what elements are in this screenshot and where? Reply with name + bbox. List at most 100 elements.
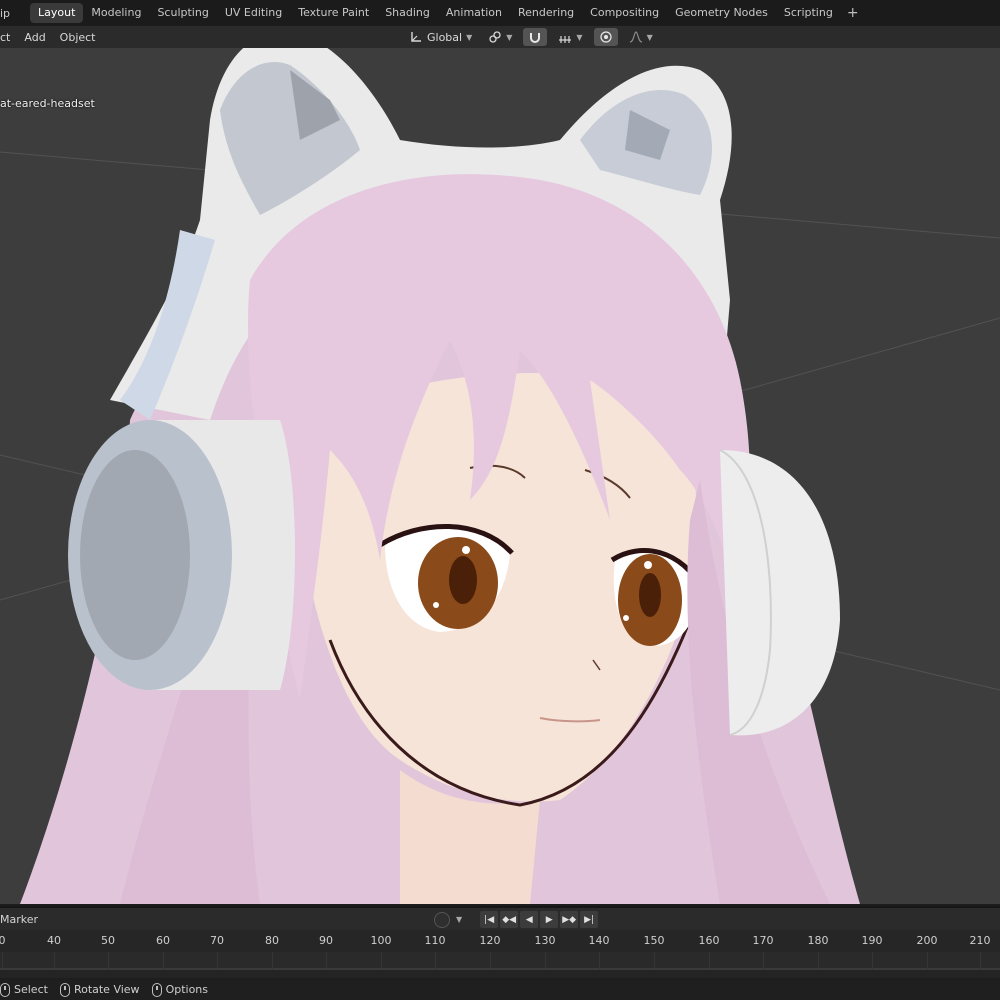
track-tick-line [272, 952, 273, 970]
frame-label: 190 [861, 934, 883, 947]
viewport-header-tools: Global ▼ ▼ ▼ ▼ [404, 26, 658, 48]
tab-animation[interactable]: Animation [438, 3, 510, 23]
tab-layout[interactable]: Layout [30, 3, 84, 23]
auto-keying-icon[interactable] [434, 911, 450, 928]
tab-shading[interactable]: Shading [377, 3, 438, 23]
tab-scripting[interactable]: Scripting [776, 3, 841, 23]
headphone-left [68, 420, 295, 690]
frame-label: 150 [643, 934, 665, 947]
chevron-down-icon: ▼ [646, 32, 653, 42]
tab-modeling[interactable]: Modeling [83, 3, 149, 23]
object-name-label: at-eared-headset [0, 97, 95, 110]
timeline-ruler[interactable]: 0 40 50 60 70 80 90 100 110 120 130 140 … [0, 930, 1000, 952]
transform-orientation-value: Global [427, 30, 463, 44]
play-reverse-icon[interactable]: ◀ [520, 911, 539, 928]
mouse-left-icon [0, 982, 10, 997]
status-hint-label: Select [14, 983, 48, 996]
playback-controls: ▼ |◀ ◆◀ ◀ ▶ ▶◆ ▶| [434, 911, 599, 928]
timeline-scrollbar[interactable] [0, 970, 1000, 978]
frame-label: 130 [534, 934, 556, 947]
menu-marker[interactable]: Marker [0, 913, 38, 926]
menu-object[interactable]: Object [53, 31, 103, 44]
frame-label: 210 [969, 934, 991, 947]
proportional-edit-icon [599, 30, 613, 44]
frame-label: 160 [698, 934, 720, 947]
jump-to-end-icon[interactable]: ▶| [580, 911, 599, 928]
tab-texture-paint[interactable]: Texture Paint [290, 3, 377, 23]
frame-label: 90 [319, 934, 333, 947]
frame-label: 170 [752, 934, 774, 947]
track-tick-line [326, 952, 327, 970]
track-tick-line [709, 952, 710, 970]
frame-label: 200 [916, 934, 938, 947]
chevron-down-icon: ▼ [576, 32, 583, 42]
workspace-tabs-bar: ip Layout Modeling Sculpting UV Editing … [0, 0, 1000, 26]
track-tick-line [763, 952, 764, 970]
track-tick-line [2, 952, 3, 970]
frame-label: 50 [101, 934, 115, 947]
snap-increment-icon [558, 30, 572, 44]
track-tick-line [818, 952, 819, 970]
proportional-falloff-dropdown[interactable]: ▼ [624, 28, 658, 46]
tab-compositing[interactable]: Compositing [582, 3, 667, 23]
frame-label: 0 [0, 934, 6, 947]
status-hint-label: Options [165, 983, 209, 996]
status-hint-rotate: Rotate View [59, 982, 140, 997]
track-tick-line [872, 952, 873, 970]
frame-label: 70 [210, 934, 224, 947]
falloff-curve-icon [629, 30, 643, 44]
frame-label: 180 [807, 934, 829, 947]
jump-to-start-icon[interactable]: |◀ [480, 911, 499, 928]
chevron-down-icon: ▼ [506, 32, 513, 42]
menu-select[interactable]: ct [0, 31, 17, 44]
track-tick-line [490, 952, 491, 970]
jump-to-keyframe-next-icon[interactable]: ▶◆ [560, 911, 579, 928]
proportional-editing-toggle[interactable] [593, 28, 618, 46]
track-tick-line [927, 952, 928, 970]
frame-label: 110 [424, 934, 446, 947]
frame-label: 40 [47, 934, 61, 947]
frame-label: 140 [588, 934, 610, 947]
snap-toggle[interactable] [523, 28, 548, 46]
3d-viewport[interactable]: at-eared-headset [0, 48, 1000, 904]
viewport-header: ct Add Object Global ▼ ▼ ▼ ▼ [0, 26, 1000, 48]
track-tick-line [545, 952, 546, 970]
track-tick-line [163, 952, 164, 970]
chevron-down-icon[interactable]: ▼ [456, 915, 462, 924]
track-tick-line [435, 952, 436, 970]
frame-label: 120 [479, 934, 501, 947]
track-tick-line [381, 952, 382, 970]
menu-add[interactable]: Add [17, 31, 52, 44]
magnet-icon [528, 30, 542, 44]
track-tick-line [980, 952, 981, 970]
play-icon[interactable]: ▶ [540, 911, 559, 928]
status-bar: Select Rotate View Options [0, 979, 1000, 1000]
link-pivot-icon [488, 30, 502, 44]
status-hint-options: Options [151, 982, 209, 997]
frame-label: 100 [370, 934, 392, 947]
mouse-right-icon [151, 982, 162, 997]
transform-orientation-dropdown[interactable]: Global ▼ [404, 28, 477, 46]
tab-uv-editing[interactable]: UV Editing [217, 3, 290, 23]
timeline-track-area[interactable] [0, 952, 1000, 970]
status-hint-label: Rotate View [73, 983, 140, 996]
snap-target-dropdown[interactable]: ▼ [553, 28, 587, 46]
tab-rendering[interactable]: Rendering [510, 3, 582, 23]
status-hint-select: Select [0, 982, 48, 997]
track-tick-line [654, 952, 655, 970]
viewport-scene [0, 48, 1000, 904]
track-tick-line [217, 952, 218, 970]
mouse-middle-icon [59, 982, 70, 997]
headphone-right [719, 449, 840, 736]
tab-sculpting[interactable]: Sculpting [149, 3, 216, 23]
track-tick-line [599, 952, 600, 970]
track-tick-line [108, 952, 109, 970]
timeline-header: Marker ▼ |◀ ◆◀ ◀ ▶ ▶◆ ▶| [0, 906, 1000, 930]
orientation-axes-icon [409, 30, 423, 44]
menu-stub-help[interactable]: ip [0, 7, 30, 20]
jump-to-keyframe-prev-icon[interactable]: ◆◀ [500, 911, 519, 928]
transform-pivot-dropdown[interactable]: ▼ [483, 28, 517, 46]
frame-label: 80 [265, 934, 279, 947]
tab-geometry-nodes[interactable]: Geometry Nodes [667, 3, 776, 23]
add-workspace-button[interactable]: + [841, 3, 865, 23]
